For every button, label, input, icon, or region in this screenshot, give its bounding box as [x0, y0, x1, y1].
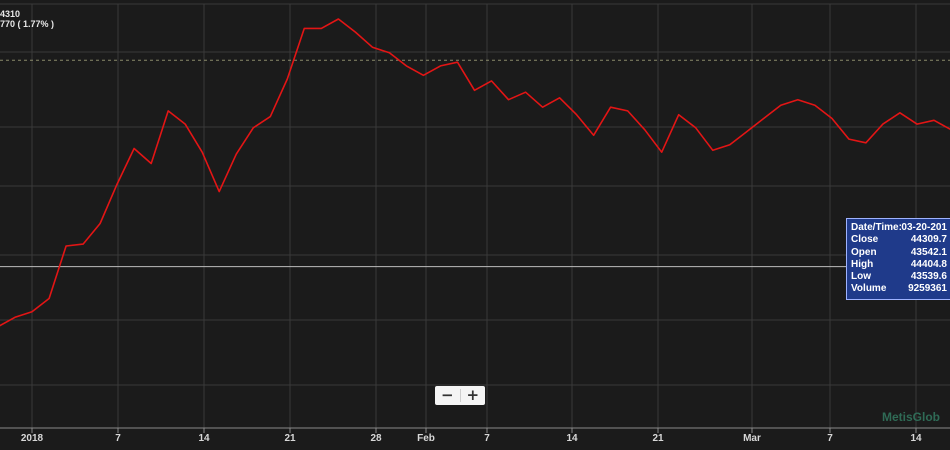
watermark-logo: MetisGlob: [882, 410, 941, 424]
price-chart[interactable]: 2018 7 14 21 28 Feb 7 14 21 Mar 7 14: [0, 0, 950, 450]
x-tick-label: 14: [198, 433, 210, 444]
tooltip-value: 9259361: [908, 283, 947, 295]
tooltip-label: Date/Time:: [851, 222, 902, 233]
tooltip-label: Volume: [851, 283, 887, 295]
tooltip-label: Close: [851, 234, 879, 246]
x-tick-label: 21: [284, 433, 296, 444]
x-tick-label: Mar: [743, 433, 761, 444]
last-price-label: 4310: [0, 9, 21, 19]
tooltip-row: High 44404.8: [851, 259, 950, 271]
tooltip-value: 44309.7: [910, 234, 947, 246]
tooltip-value: 43539.6: [910, 271, 947, 283]
tooltip-row: Low 43539.6: [851, 271, 950, 283]
tooltip-value: 44404.8: [910, 258, 947, 270]
price-series-line: [0, 18, 950, 327]
zoom-out-button[interactable]: −: [435, 386, 460, 405]
x-tick-label: 14: [910, 433, 922, 444]
chart-area[interactable]: 2018 7 14 21 28 Feb 7 14 21 Mar 7 14: [0, 0, 950, 450]
tooltip-label: High: [851, 258, 874, 270]
tooltip-row: Close 44309.7: [851, 234, 950, 246]
x-tick-label: 21: [652, 433, 664, 444]
tooltip-label: Low: [851, 271, 871, 283]
x-tick-label: Feb: [417, 433, 435, 444]
tooltip-value: 03-20-201: [901, 222, 947, 233]
tooltip-row: Date/Time: 03-20-201: [851, 222, 950, 234]
x-tick-label: 7: [115, 433, 121, 444]
tooltip-row: Volume 9259361: [851, 283, 950, 295]
x-tick-label: 7: [484, 433, 490, 444]
tooltip-row: Open 43542.1: [851, 247, 950, 259]
data-tooltip: Date/Time: 03-20-201 Close 44309.7 Open 43542…: [846, 218, 950, 300]
tooltip-label: Open: [851, 246, 877, 258]
x-tick-label: 14: [566, 433, 578, 444]
x-tick-label: 2018: [21, 433, 44, 444]
zoom-in-button[interactable]: +: [461, 386, 486, 405]
zoom-controls: − +: [435, 386, 485, 405]
x-tick-label: 7: [827, 433, 833, 444]
x-tick-label: 28: [370, 433, 382, 444]
tooltip-value: 43542.1: [910, 246, 947, 258]
price-change-label: 770 ( 1.77% ): [0, 19, 55, 29]
